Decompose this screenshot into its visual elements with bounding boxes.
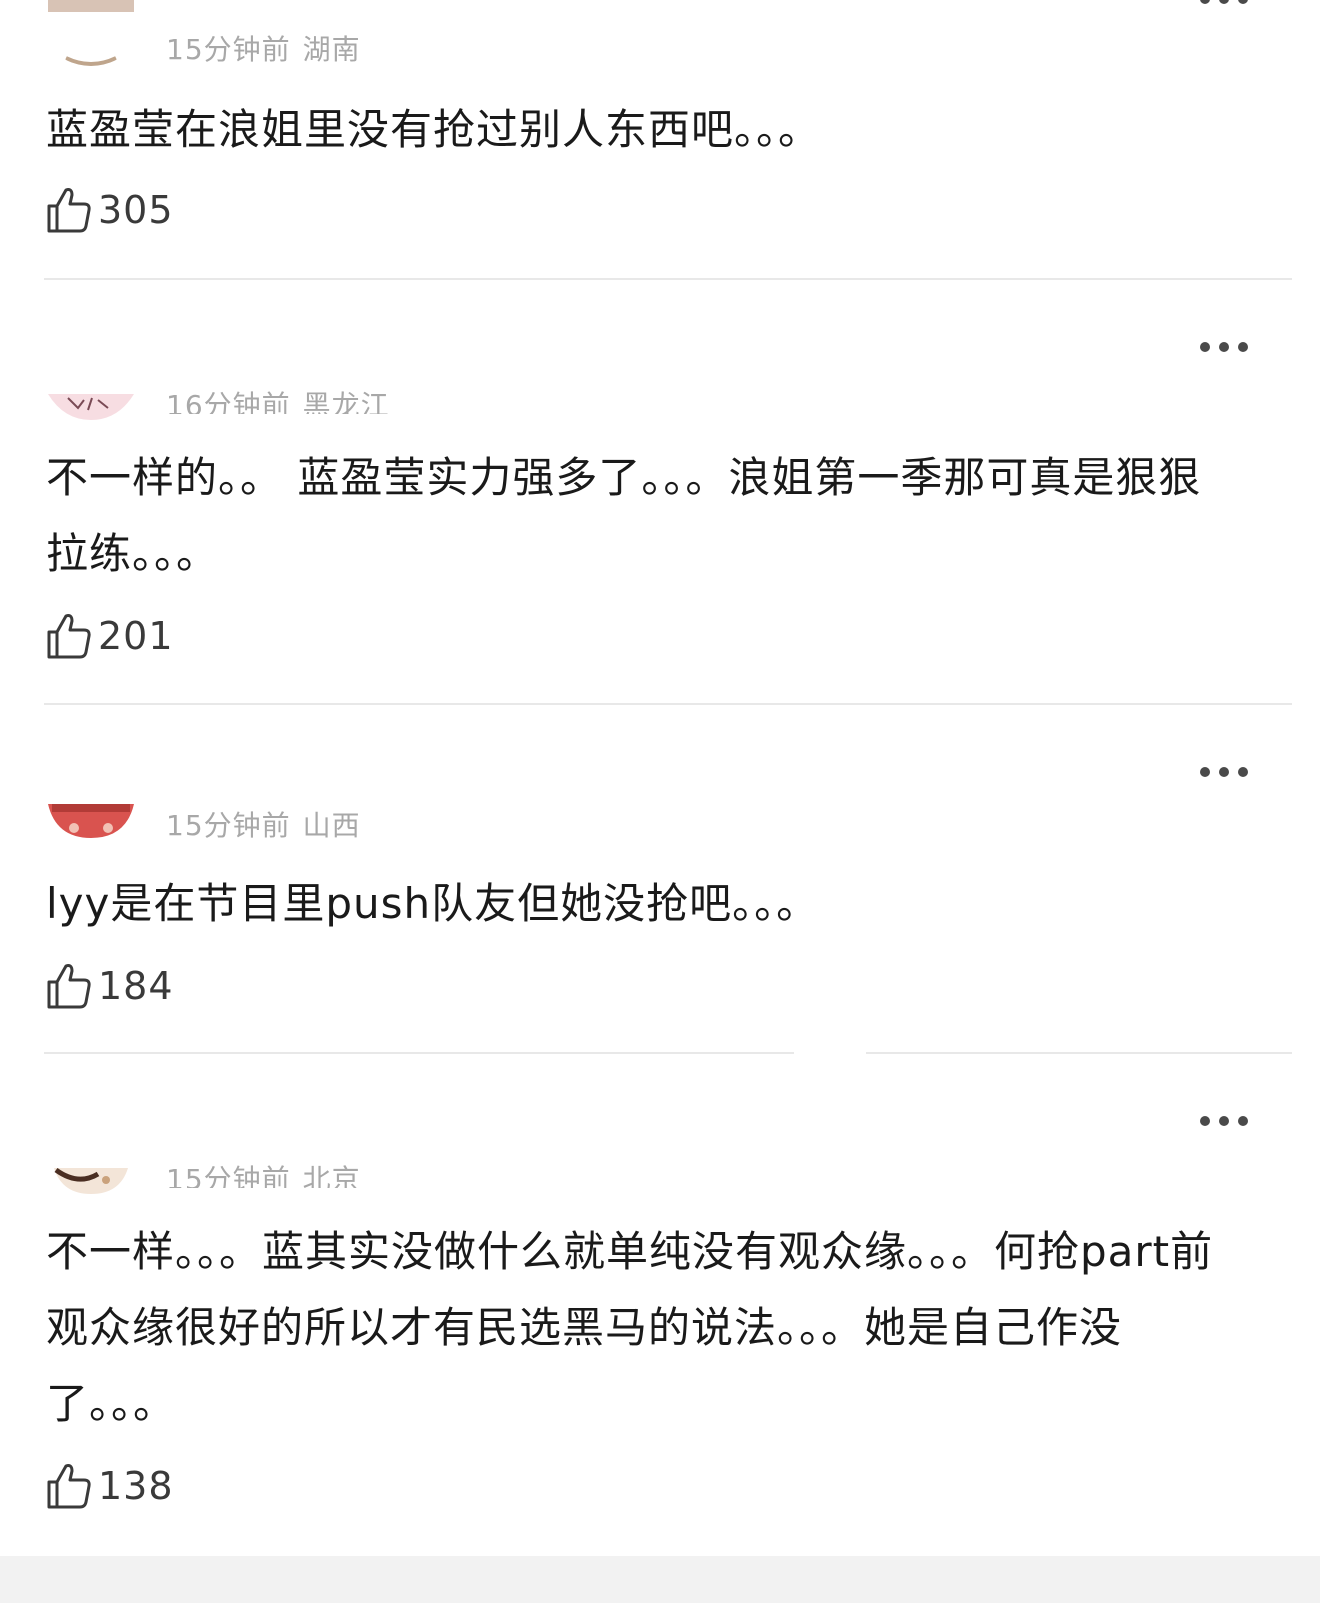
thumbs-up-icon: [46, 612, 92, 660]
comment-region: 北京: [302, 1163, 361, 1188]
comment-meta: 15分钟前 山西: [166, 804, 361, 844]
comment-region: 黑龙江: [302, 389, 390, 414]
avatar[interactable]: [48, 1168, 134, 1194]
more-options-icon[interactable]: [1200, 0, 1248, 6]
comment-time: 15分钟前: [166, 33, 291, 66]
comment-text: 不一样的。。 蓝盈莹实力强多了。。。浪姐第一季那可真是狠狠拉练。。。: [46, 453, 1202, 578]
comment-region: 湖南: [302, 33, 361, 66]
comment-time: 15分钟前: [166, 809, 291, 842]
bottom-bar: [0, 1556, 1320, 1603]
avatar[interactable]: [48, 394, 134, 420]
comment-time: 15分钟前: [166, 1163, 291, 1188]
like-button[interactable]: 138: [46, 1462, 174, 1510]
comment-text: 蓝盈莹在浪姐里没有抢过别人东西吧。。。: [46, 105, 822, 154]
avatar[interactable]: [48, 0, 134, 68]
divider: [44, 278, 1292, 280]
comment-text: 不一样。。。蓝其实没做什么就单纯没有观众缘。。。何抢part前观众缘很好的所以才…: [46, 1227, 1214, 1428]
like-count: 201: [98, 614, 174, 658]
thumbs-up-icon: [46, 186, 92, 234]
comment-time: 16分钟前: [166, 389, 291, 414]
like-count: 138: [98, 1464, 174, 1508]
comment-meta: 15分钟前 北京: [166, 1158, 361, 1188]
more-options-icon[interactable]: [1200, 765, 1248, 779]
comment-meta: 16分钟前 黑龙江: [166, 384, 390, 414]
like-count: 305: [98, 188, 174, 232]
like-count: 184: [98, 964, 174, 1008]
comment-meta: 15分钟前 湖南: [166, 28, 361, 66]
more-options-icon[interactable]: [1200, 1114, 1248, 1128]
comment-text: lyy是在节目里push队友但她没抢吧。。。: [46, 879, 820, 928]
divider: [866, 1052, 1292, 1054]
more-options-icon[interactable]: [1200, 340, 1248, 354]
thumbs-up-icon: [46, 962, 92, 1010]
like-button[interactable]: 305: [46, 186, 174, 234]
avatar[interactable]: [48, 804, 134, 838]
divider: [44, 703, 1292, 705]
comment-region: 山西: [302, 809, 361, 842]
like-button[interactable]: 201: [46, 612, 174, 660]
thumbs-up-icon: [46, 1462, 92, 1510]
divider: [44, 1052, 794, 1054]
like-button[interactable]: 184: [46, 962, 174, 1010]
